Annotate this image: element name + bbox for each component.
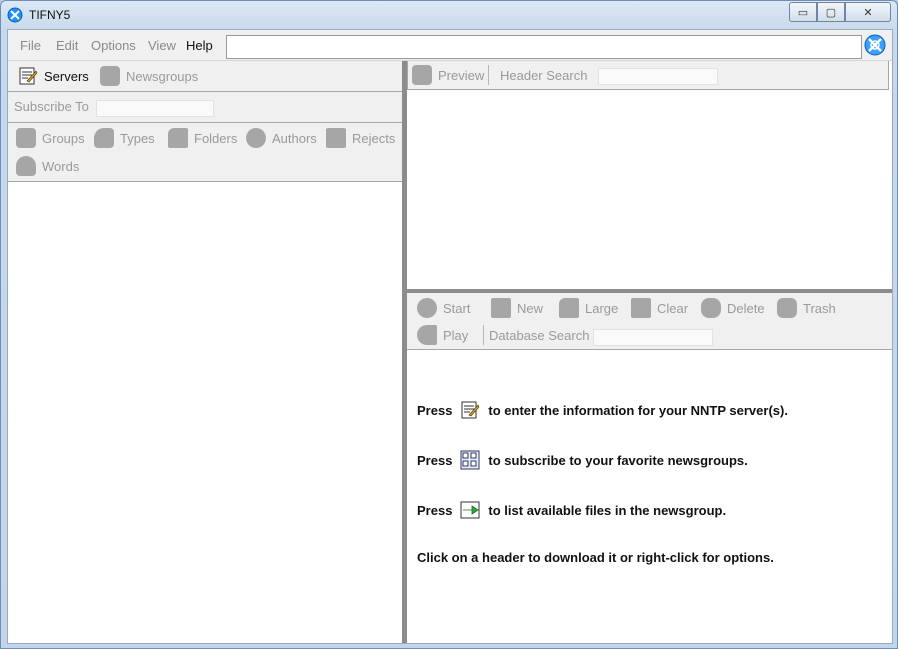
database-search-input[interactable] — [593, 329, 713, 346]
minimize-button[interactable]: ▭ — [789, 2, 817, 22]
list-files-icon — [460, 501, 480, 519]
groups-button[interactable]: Groups — [16, 128, 85, 148]
globe-icon[interactable] — [864, 34, 886, 56]
start-button[interactable]: Start — [417, 298, 470, 318]
subscribe-to-input[interactable] — [96, 100, 214, 117]
minimize-icon: ▭ — [797, 6, 809, 19]
title-bar[interactable]: TIFNY5 ▭ ▢ ✕ — [1, 1, 897, 29]
maximize-icon: ▢ — [825, 6, 837, 19]
app-window: TIFNY5 ▭ ▢ ✕ File Edit Options View Help — [0, 0, 898, 649]
types-button[interactable]: Types — [94, 128, 155, 148]
client-area: File Edit Options View Help Servers News… — [7, 29, 893, 644]
newsgroups-button[interactable]: Newsgroups — [100, 66, 198, 86]
preview-button[interactable]: Preview — [412, 65, 484, 85]
newsgroup-list[interactable] — [8, 182, 402, 643]
servers-button[interactable]: Servers — [18, 66, 89, 86]
toolbar-separator — [488, 65, 489, 85]
menu-view[interactable]: View — [148, 38, 176, 53]
database-search-label: Database Search — [489, 328, 590, 343]
help-newsgroups-text: to subscribe to your favorite newsgroups… — [488, 452, 748, 468]
left-toolbar-top: Servers Newsgroups — [8, 61, 402, 92]
toolbar-separator — [483, 325, 484, 345]
words-button[interactable]: Words — [16, 156, 79, 176]
large-icon — [559, 298, 579, 318]
menu-file[interactable]: File — [20, 38, 41, 53]
clear-label: Clear — [657, 300, 689, 316]
maximize-button[interactable]: ▢ — [817, 2, 845, 22]
start-label: Start — [443, 300, 471, 316]
menu-bar: File Edit Options View Help — [8, 30, 892, 61]
servers-icon — [461, 401, 480, 419]
right-pane: Preview Header Search Start New Large Cl… — [407, 61, 892, 643]
menu-options[interactable]: Options — [91, 38, 136, 53]
newsgroups-label: Newsgroups — [126, 68, 199, 84]
words-label: Words — [42, 158, 80, 174]
close-icon: ✕ — [863, 6, 873, 19]
close-button[interactable]: ✕ — [845, 2, 891, 22]
words-icon — [16, 156, 36, 176]
servers-icon — [19, 67, 38, 85]
subscribe-bar: Subscribe To — [8, 92, 402, 123]
large-label: Large — [585, 300, 619, 316]
new-icon — [491, 298, 511, 318]
newsgroups-icon — [100, 66, 120, 86]
start-icon — [417, 298, 437, 318]
folders-icon — [168, 128, 188, 148]
preview-icon — [412, 65, 432, 85]
help-line-click: Click on a header to download it or righ… — [417, 550, 774, 565]
play-icon — [417, 325, 437, 345]
help-servers-text: to enter the information for your NNTP s… — [488, 402, 788, 418]
folders-button[interactable]: Folders — [168, 128, 237, 148]
subscribe-to-label: Subscribe To — [14, 99, 89, 114]
help-press-label: Press — [417, 452, 453, 468]
clear-icon — [631, 298, 651, 318]
help-press-label: Press — [417, 402, 453, 418]
header-search-input[interactable] — [598, 68, 718, 85]
help-line-servers: Press to enter the information for your … — [417, 400, 788, 420]
left-filter-toolbar: Groups Types Folders Authors Rejects Wor… — [8, 123, 402, 182]
authors-label: Authors — [272, 130, 317, 146]
help-line-list: Press to list available files in the new… — [417, 500, 726, 520]
preview-area[interactable] — [407, 90, 892, 289]
menu-edit[interactable]: Edit — [56, 38, 78, 53]
folders-label: Folders — [194, 130, 238, 146]
help-line-newsgroups: Press to subscribe to your favorite news… — [417, 450, 748, 470]
trash-label: Trash — [803, 300, 836, 316]
left-pane: Servers Newsgroups Subscribe To Groups T… — [8, 61, 402, 643]
new-label: New — [517, 300, 544, 316]
trash-button[interactable]: Trash — [777, 298, 836, 318]
new-button[interactable]: New — [491, 298, 543, 318]
trash-icon — [777, 298, 797, 318]
large-button[interactable]: Large — [559, 298, 618, 318]
types-label: Types — [120, 130, 155, 146]
rejects-icon — [326, 128, 346, 148]
rejects-label: Rejects — [352, 130, 396, 146]
help-panel: Press to enter the information for your … — [407, 350, 892, 643]
preview-toolbar: Preview Header Search — [407, 61, 889, 90]
app-logo-icon — [7, 7, 23, 23]
authors-button[interactable]: Authors — [246, 128, 317, 148]
preview-label: Preview — [438, 67, 485, 83]
clear-button[interactable]: Clear — [631, 298, 688, 318]
window-title: TIFNY5 — [29, 8, 71, 22]
rejects-button[interactable]: Rejects — [326, 128, 395, 148]
delete-icon — [701, 298, 721, 318]
delete-button[interactable]: Delete — [701, 298, 765, 318]
help-press-label: Press — [417, 502, 453, 518]
address-input[interactable] — [226, 35, 862, 59]
delete-label: Delete — [727, 300, 765, 316]
types-icon — [94, 128, 114, 148]
groups-icon — [16, 128, 36, 148]
play-button[interactable]: Play — [417, 325, 468, 345]
menu-help[interactable]: Help — [186, 38, 213, 53]
header-search-label: Header Search — [500, 68, 588, 83]
help-click-text: Click on a header to download it or righ… — [417, 550, 774, 565]
play-label: Play — [443, 327, 469, 343]
help-list-text: to list available files in the newsgroup… — [488, 502, 727, 518]
newsgroups-icon — [460, 450, 480, 470]
groups-label: Groups — [42, 130, 85, 146]
database-toolbar: Start New Large Clear Delete Trash Play … — [407, 293, 892, 350]
authors-icon — [246, 128, 266, 148]
servers-label: Servers — [44, 68, 89, 84]
